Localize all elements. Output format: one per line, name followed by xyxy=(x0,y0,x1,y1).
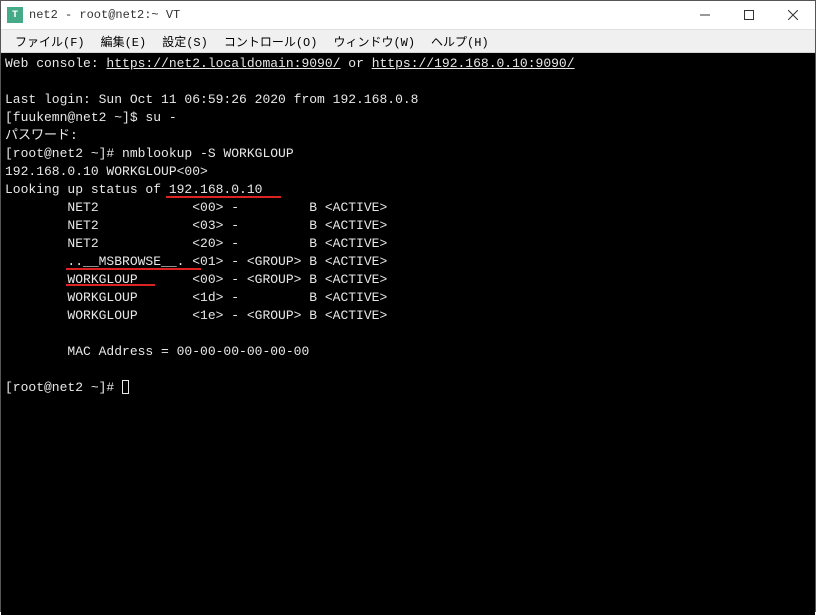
maximize-button[interactable] xyxy=(727,1,771,29)
line-mac: MAC Address = 00-00-00-00-00-00 xyxy=(5,343,815,361)
menu-settings[interactable]: 設定(S) xyxy=(154,31,216,52)
blank-line xyxy=(5,361,815,379)
menu-edit[interactable]: 編集(E) xyxy=(93,31,155,52)
terminal-cursor xyxy=(122,380,129,394)
annotation-underline-workgroup xyxy=(66,284,155,286)
app-icon: T xyxy=(7,7,23,23)
webconsole-or: or xyxy=(340,56,371,71)
menu-bar: ファイル(F) 編集(E) 設定(S) コントロール(O) ウィンドウ(W) ヘ… xyxy=(1,30,815,53)
line-lastlogin: Last login: Sun Oct 11 06:59:26 2020 fro… xyxy=(5,91,815,109)
table-row: NET2 <00> - B <ACTIVE> xyxy=(5,199,815,217)
blank-line xyxy=(5,73,815,91)
webconsole-link-1[interactable]: https://net2.localdomain:9090/ xyxy=(106,56,340,71)
annotation-underline-ip xyxy=(166,196,281,198)
table-row: NET2 <20> - B <ACTIVE> xyxy=(5,235,815,253)
close-icon xyxy=(788,10,798,20)
window-title: net2 - root@net2:~ VT xyxy=(29,8,683,22)
prompt-text: [root@net2 ~]# xyxy=(5,380,122,395)
line-prompt2: [root@net2 ~]# nmblookup -S WORKGLOUP xyxy=(5,145,815,163)
table-row: WORKGLOUP <1d> - B <ACTIVE> xyxy=(5,289,815,307)
table-row: WORKGLOUP <00> - <GROUP> B <ACTIVE> xyxy=(5,271,815,289)
window-titlebar: T net2 - root@net2:~ VT xyxy=(1,1,815,30)
line-status: Looking up status of 192.168.0.10 xyxy=(5,181,815,199)
line-webconsole: Web console: https://net2.localdomain:90… xyxy=(5,55,815,73)
table-row: WORKGLOUP <1e> - <GROUP> B <ACTIVE> xyxy=(5,307,815,325)
webconsole-link-2[interactable]: https://192.168.0.10:9090/ xyxy=(372,56,575,71)
line-ip: 192.168.0.10 WORKGLOUP<00> xyxy=(5,163,815,181)
menu-window[interactable]: ウィンドウ(W) xyxy=(325,31,423,52)
menu-help[interactable]: ヘルプ(H) xyxy=(423,31,497,52)
menu-control[interactable]: コントロール(O) xyxy=(216,31,326,52)
webconsole-label: Web console: xyxy=(5,56,106,71)
blank-line xyxy=(5,325,815,343)
annotation-underline-msbrowse xyxy=(66,268,201,270)
minimize-button[interactable] xyxy=(683,1,727,29)
menu-file[interactable]: ファイル(F) xyxy=(7,31,93,52)
close-button[interactable] xyxy=(771,1,815,29)
line-prompt1: [fuukemn@net2 ~]$ su - xyxy=(5,109,815,127)
terminal-area[interactable]: Web console: https://net2.localdomain:90… xyxy=(1,53,815,615)
table-row: NET2 <03> - B <ACTIVE> xyxy=(5,217,815,235)
line-password: パスワード: xyxy=(5,127,815,145)
minimize-icon xyxy=(700,10,710,20)
maximize-icon xyxy=(744,10,754,20)
line-prompt3: [root@net2 ~]# xyxy=(5,379,815,397)
